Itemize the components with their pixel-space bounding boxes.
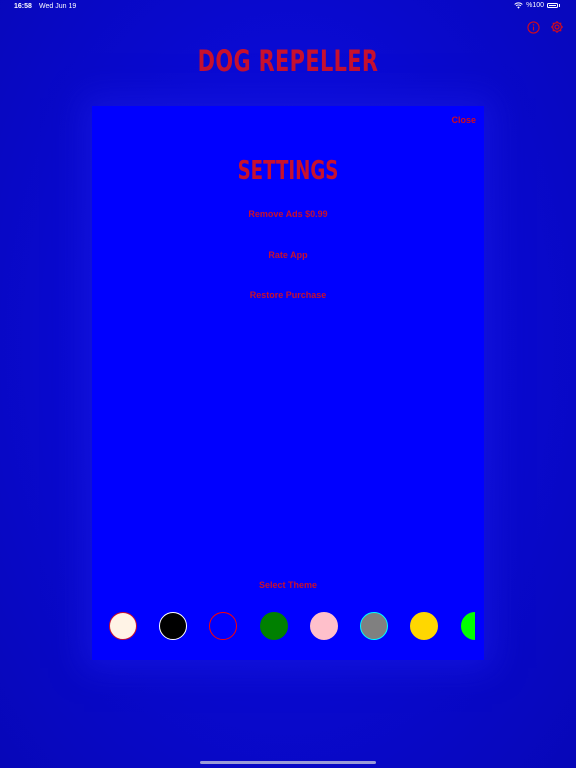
status-indicators: %100 (514, 2, 560, 9)
theme-swatch-black[interactable] (159, 612, 187, 640)
theme-swatch-pink[interactable] (310, 612, 338, 640)
status-time: 16:58 (14, 3, 32, 10)
theme-swatch-lime[interactable] (461, 612, 475, 640)
rate-app-button[interactable]: Rate App (92, 250, 484, 260)
theme-swatch-gold[interactable] (410, 612, 438, 640)
battery-percent: %100 (526, 2, 544, 9)
app-title: DOG REPELLER (197, 44, 379, 78)
remove-ads-button[interactable]: Remove Ads $0.99 (92, 209, 484, 219)
theme-swatch-gray[interactable] (360, 612, 388, 640)
battery-icon (547, 3, 558, 8)
battery-nub (559, 4, 560, 7)
home-indicator[interactable] (200, 761, 376, 764)
wifi-icon (514, 2, 523, 9)
status-date: Wed Jun 19 (39, 3, 77, 10)
settings-panel: Close SETTINGS Remove Ads $0.99 Rate App… (92, 106, 484, 660)
gear-icon[interactable] (550, 20, 564, 34)
header-actions (526, 20, 564, 34)
status-bar: 16:58 Wed Jun 19 %100 (0, 0, 576, 14)
close-button[interactable]: Close (451, 115, 476, 125)
theme-swatch-blue[interactable] (209, 612, 237, 640)
theme-swatch-cream[interactable] (109, 612, 137, 640)
info-icon[interactable] (526, 20, 540, 34)
select-theme-label: Select Theme (258, 580, 318, 590)
theme-swatches (109, 612, 475, 642)
restore-purchase-button[interactable]: Restore Purchase (92, 290, 484, 300)
settings-title: SETTINGS (237, 156, 339, 186)
theme-swatch-green[interactable] (260, 612, 288, 640)
